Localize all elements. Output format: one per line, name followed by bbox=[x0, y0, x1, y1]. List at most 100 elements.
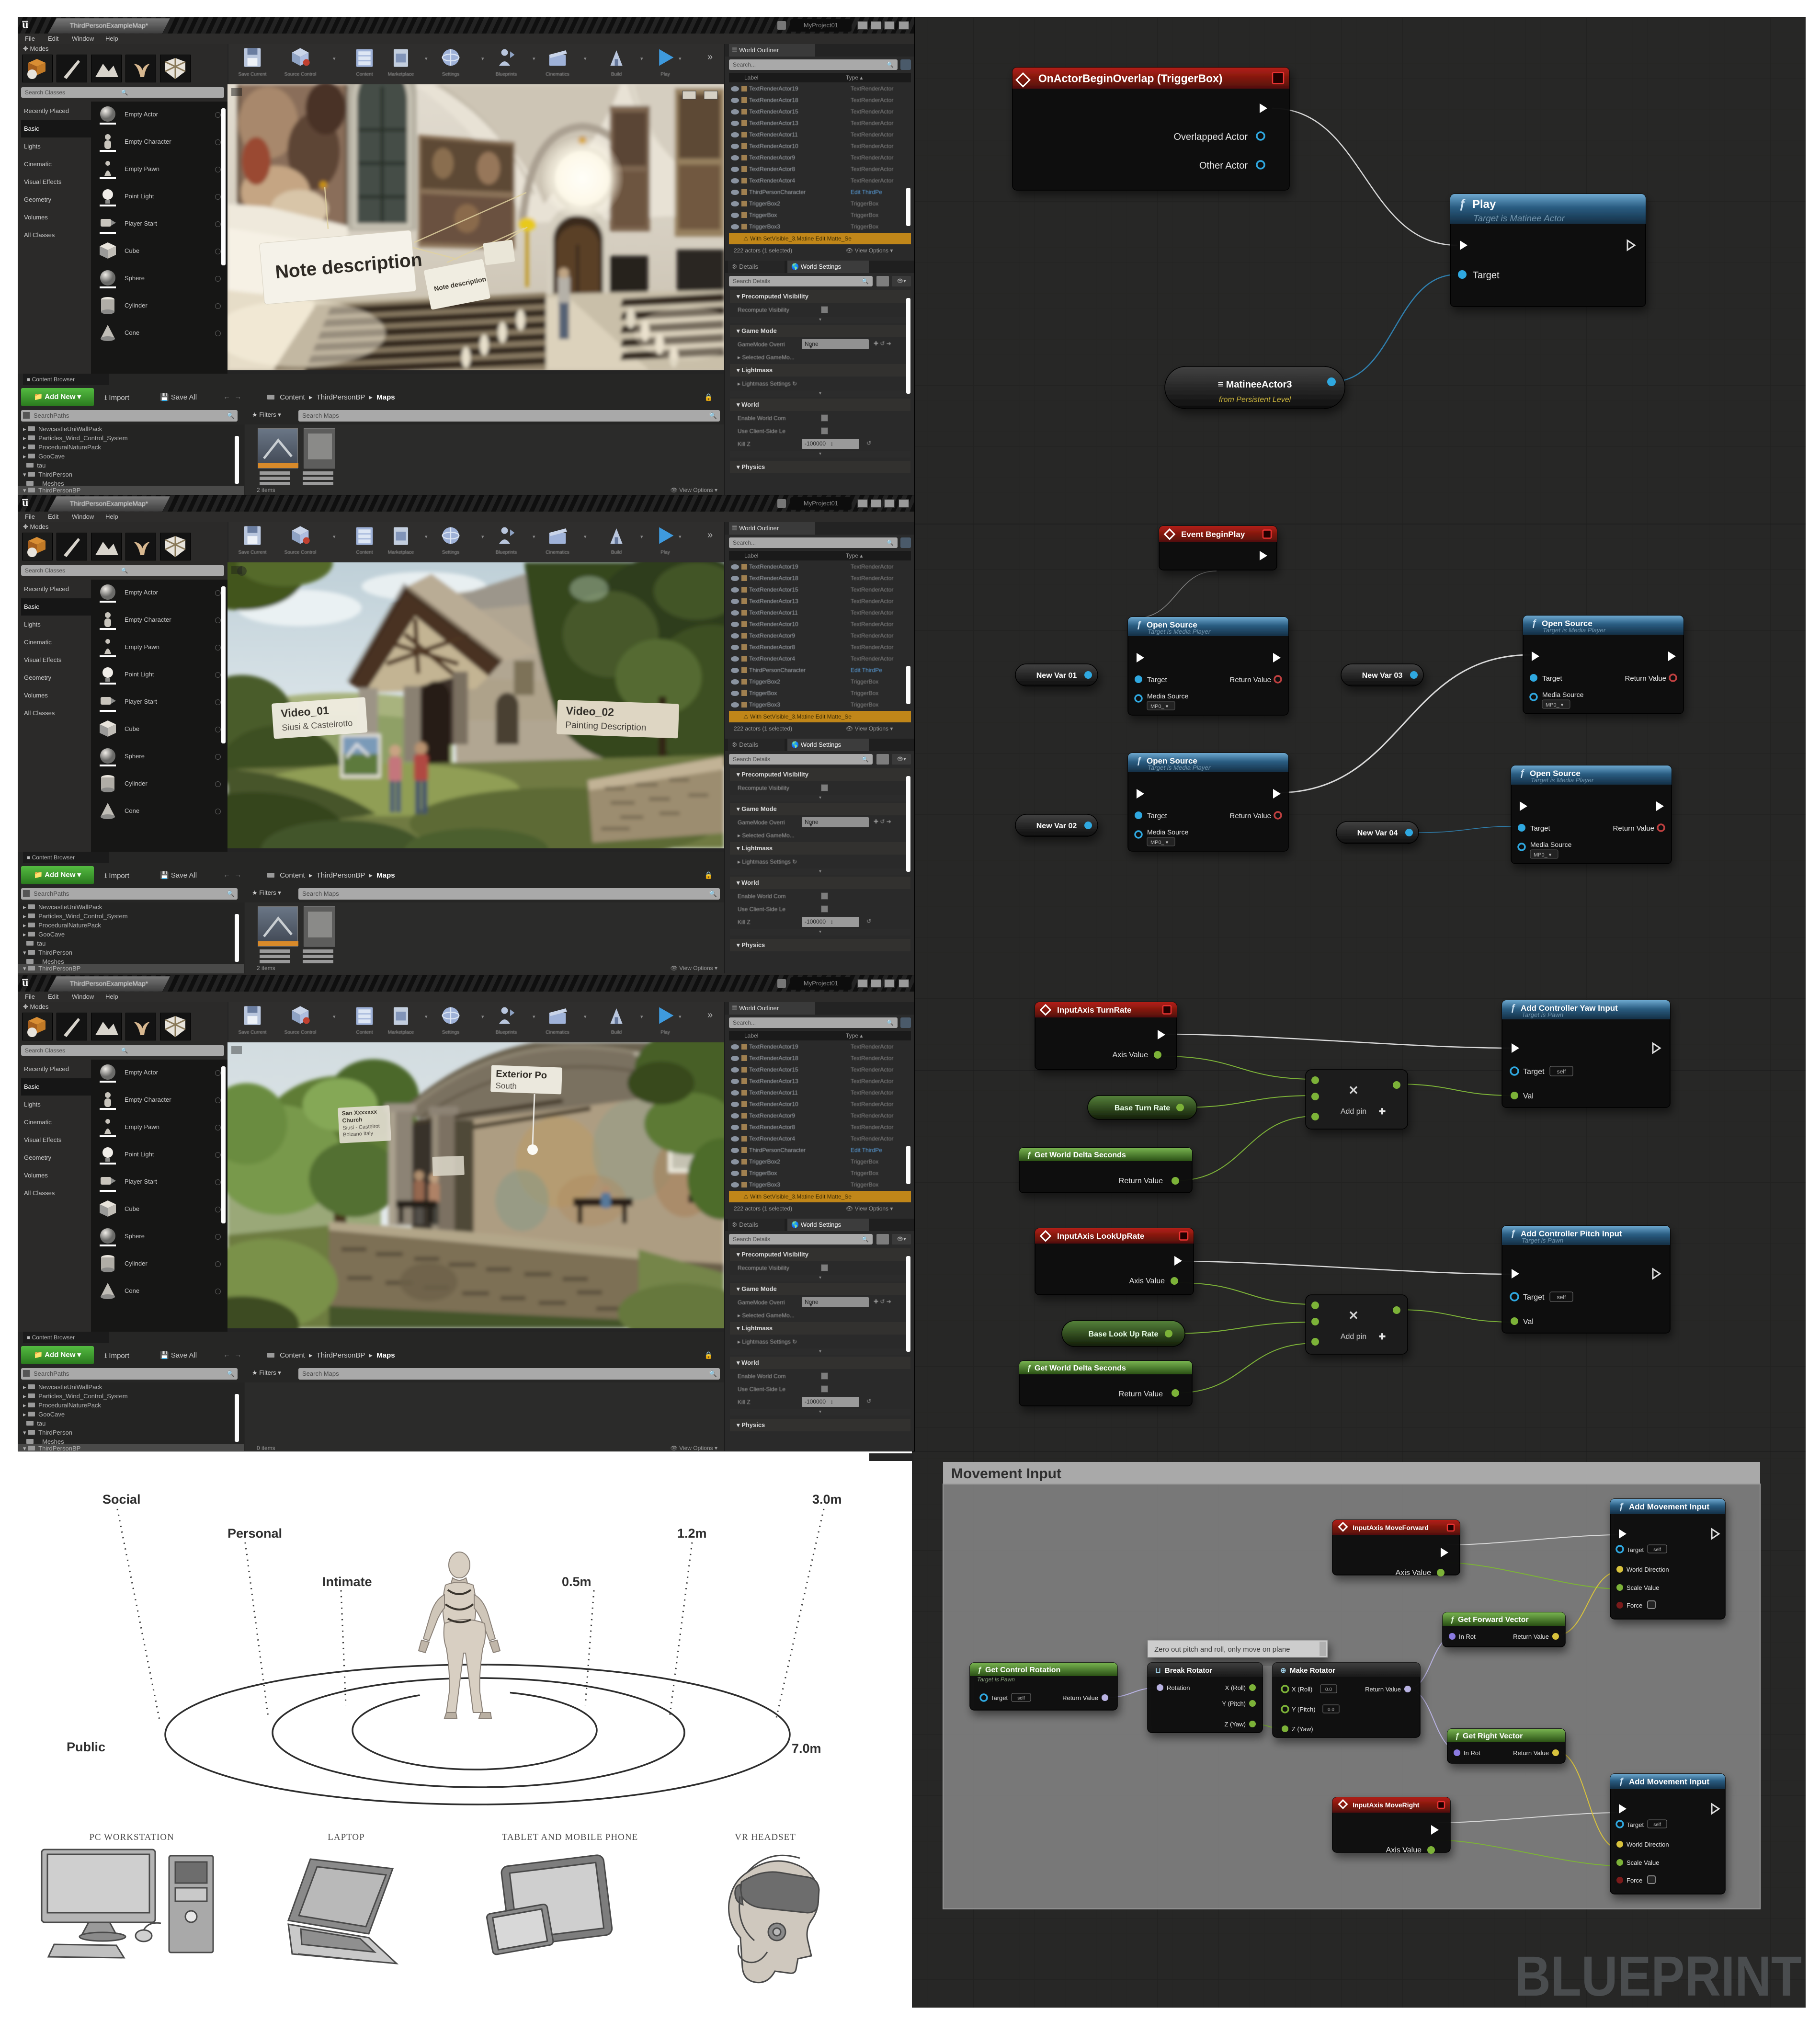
svg-text:Return Value: Return Value bbox=[1230, 676, 1271, 684]
svg-text:Scale Value: Scale Value bbox=[1627, 1584, 1659, 1591]
svg-text:Get Right Vector: Get Right Vector bbox=[1463, 1732, 1523, 1740]
svg-text:World Direction: World Direction bbox=[1627, 1841, 1669, 1848]
svg-text:Exterior Po: Exterior Po bbox=[496, 1069, 547, 1081]
svg-text:Get World Delta Seconds: Get World Delta Seconds bbox=[1035, 1364, 1126, 1372]
svg-text:Media Source: Media Source bbox=[1147, 692, 1189, 700]
svg-text:3.0m: 3.0m bbox=[812, 1492, 842, 1507]
svg-text:1.2m: 1.2m bbox=[677, 1526, 707, 1541]
svg-text:⊕: ⊕ bbox=[1280, 1667, 1286, 1675]
svg-text:InputAxis TurnRate: InputAxis TurnRate bbox=[1057, 1005, 1132, 1015]
svg-text:Add pin: Add pin bbox=[1341, 1333, 1366, 1341]
svg-text:ƒ: ƒ bbox=[1520, 768, 1525, 778]
svg-text:ƒ: ƒ bbox=[1619, 1777, 1624, 1787]
svg-text:0.0: 0.0 bbox=[1328, 1707, 1334, 1713]
svg-text:ƒ: ƒ bbox=[1137, 756, 1142, 766]
svg-text:self: self bbox=[1653, 1822, 1661, 1827]
svg-text:OnActorBeginOverlap (TriggerBo: OnActorBeginOverlap (TriggerBox) bbox=[1038, 72, 1223, 84]
svg-text:ƒ: ƒ bbox=[1450, 1616, 1455, 1624]
svg-text:Movement Input: Movement Input bbox=[951, 1466, 1061, 1482]
svg-text:ƒ: ƒ bbox=[1455, 1732, 1459, 1740]
svg-text:Add Movement Input: Add Movement Input bbox=[1629, 1777, 1709, 1786]
svg-text:0.0: 0.0 bbox=[1325, 1687, 1332, 1692]
svg-text:Media Source: Media Source bbox=[1542, 691, 1584, 698]
svg-text:ƒ: ƒ bbox=[1511, 1229, 1516, 1239]
svg-text:ƒ: ƒ bbox=[1027, 1364, 1031, 1372]
svg-text:Y (Pitch): Y (Pitch) bbox=[1292, 1706, 1316, 1713]
svg-text:Break Rotator: Break Rotator bbox=[1165, 1667, 1212, 1675]
svg-text:Target is Media Player: Target is Media Player bbox=[1543, 627, 1606, 634]
svg-text:Add Movement Input: Add Movement Input bbox=[1629, 1502, 1709, 1511]
svg-text:✕: ✕ bbox=[1348, 1083, 1359, 1097]
svg-text:Get World Delta Seconds: Get World Delta Seconds bbox=[1035, 1151, 1126, 1159]
svg-text:Media Source: Media Source bbox=[1530, 841, 1572, 848]
svg-text:Rotation: Rotation bbox=[1167, 1684, 1190, 1691]
svg-text:New Var 04: New Var 04 bbox=[1357, 829, 1398, 837]
svg-text:✕: ✕ bbox=[1348, 1308, 1359, 1323]
svg-text:In Rot: In Rot bbox=[1464, 1749, 1480, 1757]
svg-text:Personal: Personal bbox=[228, 1526, 282, 1541]
svg-text:Return Value: Return Value bbox=[1513, 1749, 1549, 1757]
svg-text:PC WORKSTATION: PC WORKSTATION bbox=[89, 1832, 174, 1842]
svg-text:Force: Force bbox=[1627, 1877, 1642, 1884]
svg-text:Public: Public bbox=[67, 1740, 105, 1754]
svg-text:Target is Media Player: Target is Media Player bbox=[1531, 776, 1594, 784]
svg-text:Video_02: Video_02 bbox=[566, 704, 614, 718]
svg-text:self: self bbox=[1653, 1547, 1661, 1553]
svg-text:Target is Matinee Actor: Target is Matinee Actor bbox=[1473, 213, 1565, 223]
svg-text:New Var 01: New Var 01 bbox=[1036, 672, 1077, 680]
svg-text:Play: Play bbox=[1472, 198, 1496, 211]
svg-text:Get Forward Vector: Get Forward Vector bbox=[1458, 1616, 1529, 1624]
svg-text:In Rot: In Rot bbox=[1459, 1633, 1476, 1640]
svg-text:Make Rotator: Make Rotator bbox=[1290, 1667, 1335, 1675]
svg-text:Target: Target bbox=[1627, 1546, 1644, 1553]
svg-text:Overlapped Actor: Overlapped Actor bbox=[1173, 132, 1248, 142]
svg-text:from Persistent Level: from Persistent Level bbox=[1219, 396, 1291, 404]
svg-text:ƒ: ƒ bbox=[978, 1666, 982, 1674]
svg-text:LAPTOP: LAPTOP bbox=[328, 1832, 364, 1842]
svg-text:Church: Church bbox=[342, 1116, 363, 1124]
svg-text:✚: ✚ bbox=[1379, 1332, 1386, 1341]
svg-text:MP0_ ▾: MP0_ ▾ bbox=[1534, 852, 1552, 858]
svg-text:Zero out pitch and roll, only: Zero out pitch and roll, only move on pl… bbox=[1154, 1645, 1290, 1654]
svg-text:Target is Media Player: Target is Media Player bbox=[1148, 764, 1211, 771]
svg-text:Val: Val bbox=[1523, 1318, 1534, 1326]
svg-text:Target is Pawn: Target is Pawn bbox=[977, 1676, 1015, 1683]
svg-text:0.5m: 0.5m bbox=[562, 1575, 592, 1589]
svg-text:≡ MatineeActor3: ≡ MatineeActor3 bbox=[1217, 379, 1292, 390]
svg-text:ƒ: ƒ bbox=[1532, 618, 1537, 628]
svg-text:Z (Yaw): Z (Yaw) bbox=[1292, 1725, 1313, 1733]
svg-text:VR HEADSET: VR HEADSET bbox=[735, 1832, 796, 1842]
svg-text:Social: Social bbox=[102, 1492, 141, 1507]
svg-text:Return Value: Return Value bbox=[1119, 1390, 1163, 1398]
svg-text:New Var 03: New Var 03 bbox=[1362, 672, 1403, 680]
svg-text:Target: Target bbox=[1523, 1293, 1545, 1302]
svg-text:Add pin: Add pin bbox=[1341, 1108, 1366, 1116]
svg-text:Target: Target bbox=[990, 1694, 1008, 1701]
svg-text:⊔: ⊔ bbox=[1155, 1667, 1161, 1675]
svg-text:ƒ: ƒ bbox=[1459, 196, 1466, 211]
svg-text:Target is Media Player: Target is Media Player bbox=[1148, 628, 1211, 635]
svg-text:ƒ: ƒ bbox=[1619, 1502, 1624, 1512]
svg-text:Scale Value: Scale Value bbox=[1627, 1859, 1659, 1866]
svg-text:MP0_ ▾: MP0_ ▾ bbox=[1150, 704, 1169, 709]
svg-text:Target is Pawn: Target is Pawn bbox=[1522, 1237, 1563, 1244]
svg-text:Return Value: Return Value bbox=[1365, 1686, 1401, 1693]
svg-text:MP0_ ▾: MP0_ ▾ bbox=[1546, 702, 1564, 708]
svg-text:Return Value: Return Value bbox=[1062, 1694, 1098, 1701]
svg-text:Target: Target bbox=[1523, 1068, 1545, 1076]
svg-text:7.0m: 7.0m bbox=[792, 1741, 821, 1756]
svg-text:Target: Target bbox=[1627, 1821, 1644, 1828]
svg-text:Axis Value: Axis Value bbox=[1113, 1051, 1149, 1059]
svg-text:Force: Force bbox=[1627, 1602, 1642, 1609]
svg-text:South: South bbox=[495, 1081, 517, 1091]
svg-text:✚: ✚ bbox=[1379, 1107, 1386, 1116]
svg-text:Get Control Rotation: Get Control Rotation bbox=[985, 1666, 1060, 1674]
svg-text:Media Source: Media Source bbox=[1147, 828, 1189, 836]
svg-text:Y (Pitch): Y (Pitch) bbox=[1222, 1700, 1246, 1707]
svg-text:Target: Target bbox=[1147, 676, 1168, 684]
svg-text:TABLET AND MOBILE PHONE: TABLET AND MOBILE PHONE bbox=[502, 1832, 638, 1842]
svg-text:Return Value: Return Value bbox=[1513, 1633, 1549, 1640]
svg-text:Target: Target bbox=[1542, 674, 1563, 683]
svg-text:New Var 02: New Var 02 bbox=[1036, 822, 1077, 830]
svg-text:InputAxis MoveRight: InputAxis MoveRight bbox=[1353, 1801, 1420, 1809]
